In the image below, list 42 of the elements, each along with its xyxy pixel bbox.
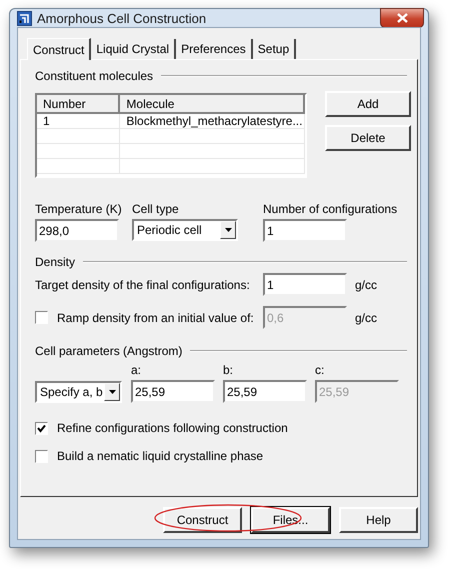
checkbox-label: Build a nematic liquid crystalline phase	[57, 449, 264, 463]
close-icon	[396, 13, 408, 23]
tab[interactable]: Construct	[27, 38, 92, 60]
checkbox-label: Refine configurations following construction	[57, 421, 288, 435]
checkbox-label: Ramp density from an initial value of:	[57, 310, 254, 324]
table-cell: Blockmethyl_methacrylatestyre...	[120, 114, 305, 128]
field-label: Number of configurations	[263, 202, 398, 216]
unit-label: g/cc	[355, 278, 378, 292]
group-title: Cell parameters (Angstrom)	[35, 344, 182, 358]
field-label: Target density of the final configurations:	[35, 278, 251, 292]
checkbox[interactable]	[35, 422, 48, 434]
input-field[interactable]: 25,59	[130, 380, 215, 403]
table-action-button[interactable]: Add	[325, 91, 411, 117]
input-field[interactable]: 1	[263, 273, 347, 296]
checkbox[interactable]	[35, 450, 48, 462]
group-title: Density	[35, 255, 76, 269]
app-icon	[17, 10, 32, 26]
column-header[interactable]: Molecule	[120, 95, 305, 114]
caret-icon	[108, 390, 116, 394]
close-button[interactable]	[380, 8, 424, 28]
caret-icon	[224, 228, 232, 232]
input-field[interactable]: 1	[263, 219, 347, 242]
mode-dropdown[interactable]: Specify a, b	[35, 381, 122, 403]
input-field[interactable]: 298,0	[35, 219, 119, 242]
window-title: Amorphous Cell Construction	[37, 10, 206, 26]
group-title: Constituent molecules	[35, 69, 154, 83]
field-label: c:	[315, 363, 326, 377]
cell-type-dropdown[interactable]: Periodic cell	[132, 219, 238, 241]
field-label: Cell type	[132, 202, 180, 216]
table-cell: 1	[37, 114, 120, 128]
unit-label: g/cc	[355, 310, 378, 324]
dialog-button[interactable]: Construct	[163, 507, 242, 533]
dropdown-button[interactable]	[104, 383, 120, 401]
field-label: Temperature (K)	[35, 202, 123, 216]
dropdown-button[interactable]	[220, 221, 236, 239]
table-action-button[interactable]: Delete	[325, 125, 411, 151]
column-header[interactable]: Number	[37, 95, 120, 114]
dialog-button[interactable]: Help	[339, 507, 418, 533]
field-label: a:	[130, 363, 142, 377]
check-icon	[37, 424, 46, 432]
field-label: b:	[222, 363, 234, 377]
input-field[interactable]: 25,59	[222, 380, 307, 403]
